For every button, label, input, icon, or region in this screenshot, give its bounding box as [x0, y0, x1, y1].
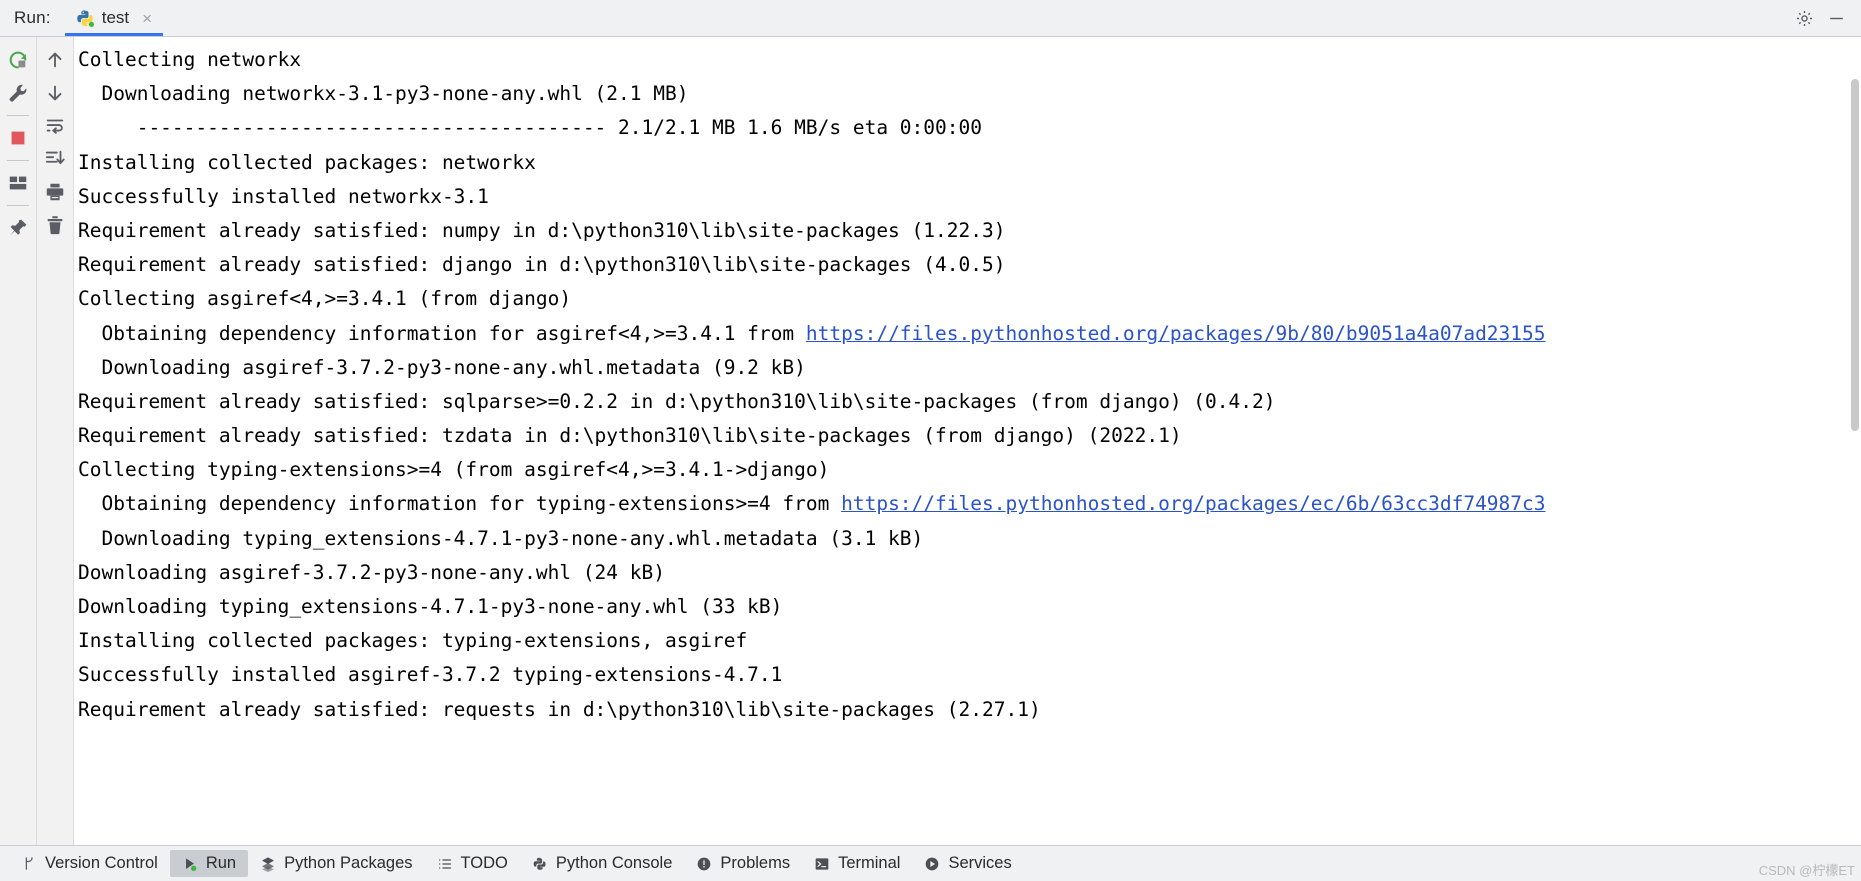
run-toolbar-primary — [0, 37, 37, 845]
statusbar-item-python-console[interactable]: Python Console — [520, 850, 685, 877]
console-line: Successfully installed networkx-3.1 — [78, 184, 489, 208]
todo-list-icon — [437, 856, 453, 872]
statusbar-label: Problems — [720, 854, 791, 872]
toolbar-divider — [7, 205, 29, 206]
statusbar-label: Run — [205, 854, 237, 872]
toolbar-divider — [7, 115, 29, 116]
print-icon[interactable] — [40, 177, 70, 207]
branch-icon — [22, 855, 37, 872]
console-line: Downloading asgiref-3.7.2-py3-none-any.w… — [78, 560, 665, 584]
arrow-up-icon[interactable] — [40, 45, 70, 75]
toolbar-divider — [7, 160, 29, 161]
console-line: Downloading networkx-3.1-py3-none-any.wh… — [78, 82, 689, 106]
console-line: Obtaining dependency information for typ… — [78, 492, 1546, 516]
tab-title: test — [101, 8, 130, 27]
stop-icon[interactable] — [3, 123, 33, 153]
python-icon — [76, 9, 95, 28]
run-toolbar-secondary — [37, 37, 74, 845]
console-line: Collecting typing-extensions>=4 (from as… — [78, 458, 830, 482]
console-output-panel[interactable]: Collecting networkx Downloading networkx… — [74, 37, 1861, 845]
statusbar-item-terminal[interactable]: Terminal — [802, 850, 912, 877]
services-icon — [924, 856, 940, 872]
console-vertical-scrollbar[interactable] — [1849, 37, 1861, 845]
watermark-text: CSDN @柠檬ET — [1758, 863, 1855, 878]
console-line: Requirement already satisfied: sqlparse>… — [78, 389, 1276, 413]
statusbar-label: Services — [948, 854, 1012, 872]
scroll-to-end-icon[interactable] — [40, 144, 70, 174]
console-line: Collecting asgiref<4,>=3.4.1 (from djang… — [78, 287, 572, 311]
console-hyperlink[interactable]: https://files.pythonhosted.org/packages/… — [806, 322, 1546, 345]
header-actions — [1791, 0, 1861, 36]
console-line: Installing collected packages: typing-ex… — [78, 629, 748, 653]
run-play-icon — [182, 856, 198, 872]
console-line: Downloading asgiref-3.7.2-py3-none-any.w… — [78, 355, 806, 379]
statusbar-item-todo[interactable]: TODO — [425, 850, 520, 877]
run-tool-window-header: Run: test × — [0, 0, 1861, 37]
packages-icon — [260, 856, 276, 872]
statusbar-label: Python Console — [555, 854, 673, 872]
statusbar-item-services[interactable]: Services — [912, 850, 1023, 877]
problems-icon — [696, 856, 712, 872]
layout-icon[interactable] — [3, 168, 33, 198]
arrow-down-icon[interactable] — [40, 78, 70, 108]
soft-wrap-icon[interactable] — [40, 111, 70, 141]
console-line: Installing collected packages: networkx — [78, 150, 536, 174]
tab-test[interactable]: test × — [64, 0, 164, 36]
statusbar-item-problems[interactable]: Problems — [684, 850, 802, 877]
python-console-icon — [532, 856, 548, 872]
close-icon[interactable]: × — [142, 10, 152, 27]
console-line: Requirement already satisfied: numpy in … — [78, 218, 1006, 242]
statusbar-label: Python Packages — [284, 854, 413, 872]
minimize-icon[interactable] — [1823, 5, 1849, 31]
statusbar-item-python-packages[interactable]: Python Packages — [248, 850, 424, 877]
wrench-icon[interactable] — [3, 78, 33, 108]
console-line: ----------------------------------------… — [78, 116, 982, 140]
console-line: Downloading typing_extensions-4.7.1-py3-… — [78, 595, 783, 618]
console-line: Requirement already satisfied: tzdata in… — [78, 424, 1182, 448]
console-line: Obtaining dependency information for asg… — [78, 321, 1546, 345]
console-line: Requirement already satisfied: requests … — [78, 697, 1041, 721]
run-window-body: Collecting networkx Downloading networkx… — [0, 37, 1861, 845]
statusbar-item-version-control[interactable]: Version Control — [10, 850, 170, 877]
console-line: Collecting networkx — [78, 48, 302, 71]
bottom-tool-window-bar: Version Control Run Python Packages TODO — [0, 845, 1861, 881]
console-line: Downloading typing_extensions-4.7.1-py3-… — [78, 526, 924, 550]
trash-icon[interactable] — [40, 210, 70, 240]
scrollbar-thumb[interactable] — [1851, 79, 1859, 431]
console-line: Successfully installed asgiref-3.7.2 typ… — [78, 663, 783, 687]
run-window-label: Run: — [14, 8, 51, 27]
statusbar-label: Version Control — [45, 854, 158, 872]
statusbar-label: Terminal — [838, 854, 901, 872]
terminal-icon — [814, 856, 830, 872]
console-line: Requirement already satisfied: django in… — [78, 253, 1006, 277]
rerun-icon[interactable] — [3, 45, 33, 75]
statusbar-item-run[interactable]: Run — [169, 850, 249, 877]
console-hyperlink[interactable]: https://files.pythonhosted.org/packages/… — [841, 492, 1545, 515]
gear-icon[interactable] — [1791, 5, 1817, 31]
pin-icon[interactable] — [3, 213, 33, 243]
statusbar-label: TODO — [460, 854, 508, 872]
console-text[interactable]: Collecting networkx Downloading networkx… — [74, 37, 1861, 845]
